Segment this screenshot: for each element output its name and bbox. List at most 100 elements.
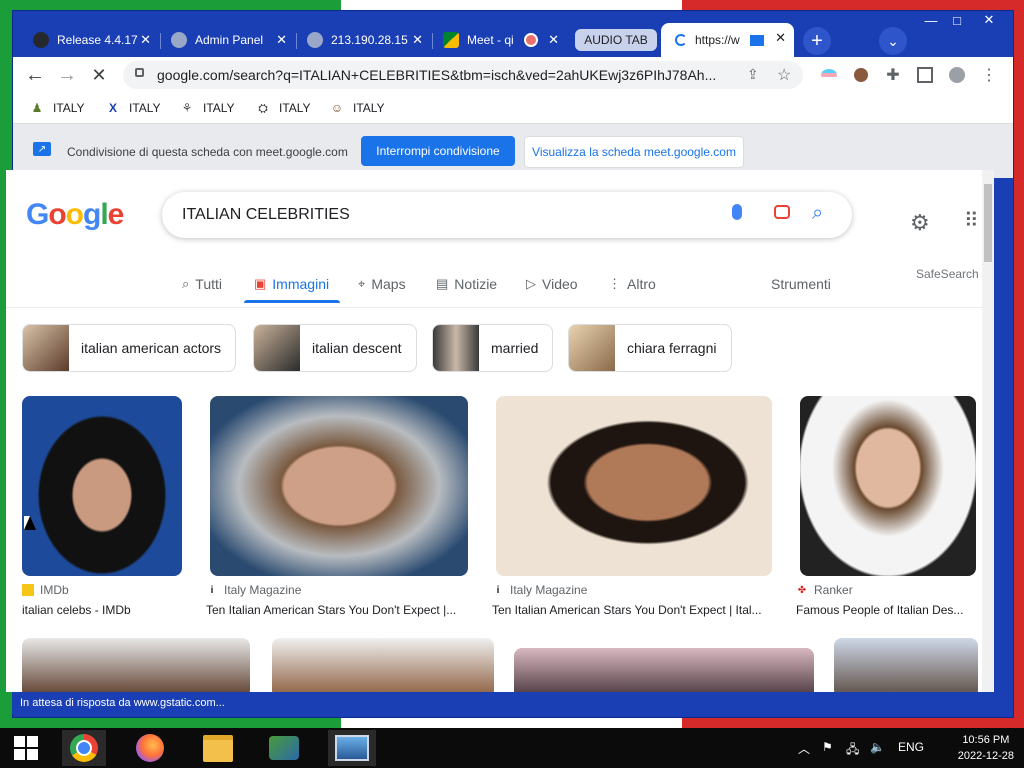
forward-button[interactable]: → <box>57 64 77 86</box>
scrollbar-thumb[interactable] <box>984 184 992 262</box>
nav-label: Notizie <box>454 276 498 292</box>
settings-gear-icon[interactable]: ⚙ <box>910 210 930 236</box>
tab-admin-panel[interactable]: Admin Panel ✕ <box>161 25 295 55</box>
bookmark-item[interactable]: ⛭ ITALY <box>255 100 310 116</box>
x-icon: X <box>108 101 117 115</box>
bookmark-label: ITALY <box>203 101 235 115</box>
chip-italian-descent[interactable]: italian descent <box>253 324 417 372</box>
show-hidden-icons-icon[interactable]: ︿ <box>798 740 810 757</box>
view-meet-tab-button[interactable]: Visualizza la scheda meet.google.com <box>524 136 744 168</box>
stop-sharing-button[interactable]: Interrompi condivisione <box>361 136 515 166</box>
voice-search-icon[interactable] <box>732 204 742 220</box>
chip-thumbnail <box>23 325 69 371</box>
firefox-taskbar-icon[interactable] <box>128 730 172 766</box>
logo-letter: o <box>65 198 84 231</box>
tab-search-button[interactable]: ⌄ <box>879 27 907 55</box>
result-image[interactable] <box>22 638 250 692</box>
chip-label: italian descent <box>312 340 402 356</box>
extension-avatar-icon[interactable] <box>851 65 871 85</box>
close-tab-icon[interactable]: ✕ <box>140 32 151 48</box>
result-title[interactable]: Ten Italian American Stars You Don't Exp… <box>492 603 774 617</box>
bookmark-item[interactable]: ☺ ITALY <box>329 100 385 116</box>
apps-grid-icon[interactable]: ⠿ <box>964 208 979 233</box>
action-flag-icon[interactable]: ⚑ <box>822 740 833 754</box>
result-source[interactable]: i Italy Magazine <box>492 583 588 597</box>
bookmarks-bar: ♟ ITALY X ITALY ⚘ ITALY ⛭ ITALY ☺ ITALY <box>13 93 1013 124</box>
network-app-taskbar-icon[interactable] <box>262 730 306 766</box>
image-viewer-taskbar-icon[interactable] <box>328 730 376 766</box>
result-image[interactable] <box>514 648 814 692</box>
network-icon[interactable]: 🖧 <box>846 740 859 761</box>
extensions-puzzle-icon[interactable]: ✚ <box>883 65 903 85</box>
search-icon[interactable]: ⌕ <box>812 202 823 225</box>
nav-tab-maps[interactable]: ⌖ Maps <box>358 276 406 292</box>
result-image[interactable] <box>210 396 468 576</box>
windows-start-icon[interactable] <box>4 730 48 766</box>
result-image[interactable] <box>834 638 978 692</box>
lens-search-icon[interactable] <box>774 205 790 219</box>
result-title[interactable]: Ten Italian American Stars You Don't Exp… <box>206 603 468 617</box>
close-tab-icon[interactable]: ✕ <box>276 32 287 48</box>
nav-tab-video[interactable]: ▷ Video <box>526 276 578 292</box>
bookmark-item[interactable]: X ITALY <box>105 100 161 116</box>
close-tab-icon[interactable]: ✕ <box>548 32 559 48</box>
new-tab-button[interactable]: + <box>803 27 831 55</box>
result-source[interactable]: ✤ Ranker <box>796 583 853 597</box>
result-image[interactable] <box>272 638 494 692</box>
profile-icon[interactable] <box>947 65 967 85</box>
minimize-button[interactable]: — <box>917 11 945 29</box>
close-tab-icon[interactable]: ✕ <box>775 30 786 46</box>
chip-married[interactable]: married <box>432 324 554 372</box>
back-button[interactable]: ← <box>25 64 45 86</box>
result-image[interactable] <box>22 396 182 576</box>
tab-title: 213.190.28.15 <box>331 33 408 47</box>
chrome-taskbar-icon[interactable] <box>62 730 106 766</box>
stop-loading-button[interactable]: ✕ <box>89 65 109 85</box>
bookmark-star-icon[interactable]: ☆ <box>777 65 791 85</box>
result-source[interactable]: IMDb <box>22 583 69 597</box>
bookmark-item[interactable]: ⚘ ITALY <box>179 100 235 116</box>
share-icon[interactable]: ⇪ <box>747 66 759 83</box>
language-indicator[interactable]: ENG <box>898 740 924 754</box>
tab-google-active[interactable]: https://w ✕ <box>661 23 794 57</box>
result-title[interactable]: italian celebs - IMDb <box>22 603 190 617</box>
address-bar[interactable]: google.com/search?q=ITALIAN+CELEBRITIES&… <box>123 61 803 89</box>
tools-button[interactable]: Strumenti <box>771 276 831 292</box>
file-explorer-taskbar-icon[interactable] <box>196 730 240 766</box>
sharing-icon <box>749 34 764 46</box>
audio-tab-badge[interactable]: AUDIO TAB <box>575 29 657 51</box>
globe-icon <box>307 32 323 48</box>
maximize-button[interactable]: □ <box>943 11 971 29</box>
nav-tab-images[interactable]: ▣ Immagini <box>254 276 329 292</box>
chip-chiara-ferragni[interactable]: chiara ferragni <box>568 324 732 372</box>
search-query[interactable]: ITALIAN CELEBRITIES <box>182 206 350 224</box>
close-tab-icon[interactable]: ✕ <box>412 32 423 48</box>
system-clock[interactable]: 10:56 PM 2022-12-28 <box>958 732 1014 764</box>
logo-letter: l <box>100 198 108 231</box>
bookmark-label: ITALY <box>53 101 85 115</box>
page-scrollbar[interactable] <box>982 170 994 692</box>
result-title[interactable]: Famous People of Italian Des... <box>796 603 976 617</box>
tab-ip-address[interactable]: 213.190.28.15 ✕ <box>297 25 431 55</box>
nav-tab-news[interactable]: ▤ Notizie <box>436 276 497 292</box>
logo-letter: e <box>107 198 125 231</box>
tab-release[interactable]: Release 4.4.17 ✕ <box>23 25 159 55</box>
chip-italian-american-actors[interactable]: italian american actors <box>22 324 237 372</box>
imdb-icon <box>22 584 34 596</box>
close-window-button[interactable]: ✕ <box>975 11 1003 29</box>
nav-tab-more[interactable]: ⋮ Altro <box>608 276 656 292</box>
result-image[interactable] <box>800 396 976 576</box>
nav-tab-all[interactable]: ⌕ Tutti <box>182 276 222 292</box>
safesearch-label[interactable]: SafeSearch <box>916 267 979 281</box>
result-source[interactable]: i Italy Magazine <box>206 583 302 597</box>
bookmark-item[interactable]: ♟ ITALY <box>29 100 85 116</box>
google-logo[interactable]: Google <box>26 198 125 232</box>
result-image[interactable] <box>496 396 772 576</box>
browser-menu-icon[interactable]: ⋮ <box>979 65 999 85</box>
extension-flag-icon[interactable] <box>819 65 839 85</box>
bookmark-label: ITALY <box>129 101 161 115</box>
side-panel-icon[interactable] <box>915 65 935 85</box>
tab-meet[interactable]: Meet - qi ✕ <box>433 25 567 55</box>
volume-icon[interactable]: 🔈 <box>870 740 885 754</box>
search-box[interactable]: ITALIAN CELEBRITIES ⌕ <box>162 192 852 238</box>
